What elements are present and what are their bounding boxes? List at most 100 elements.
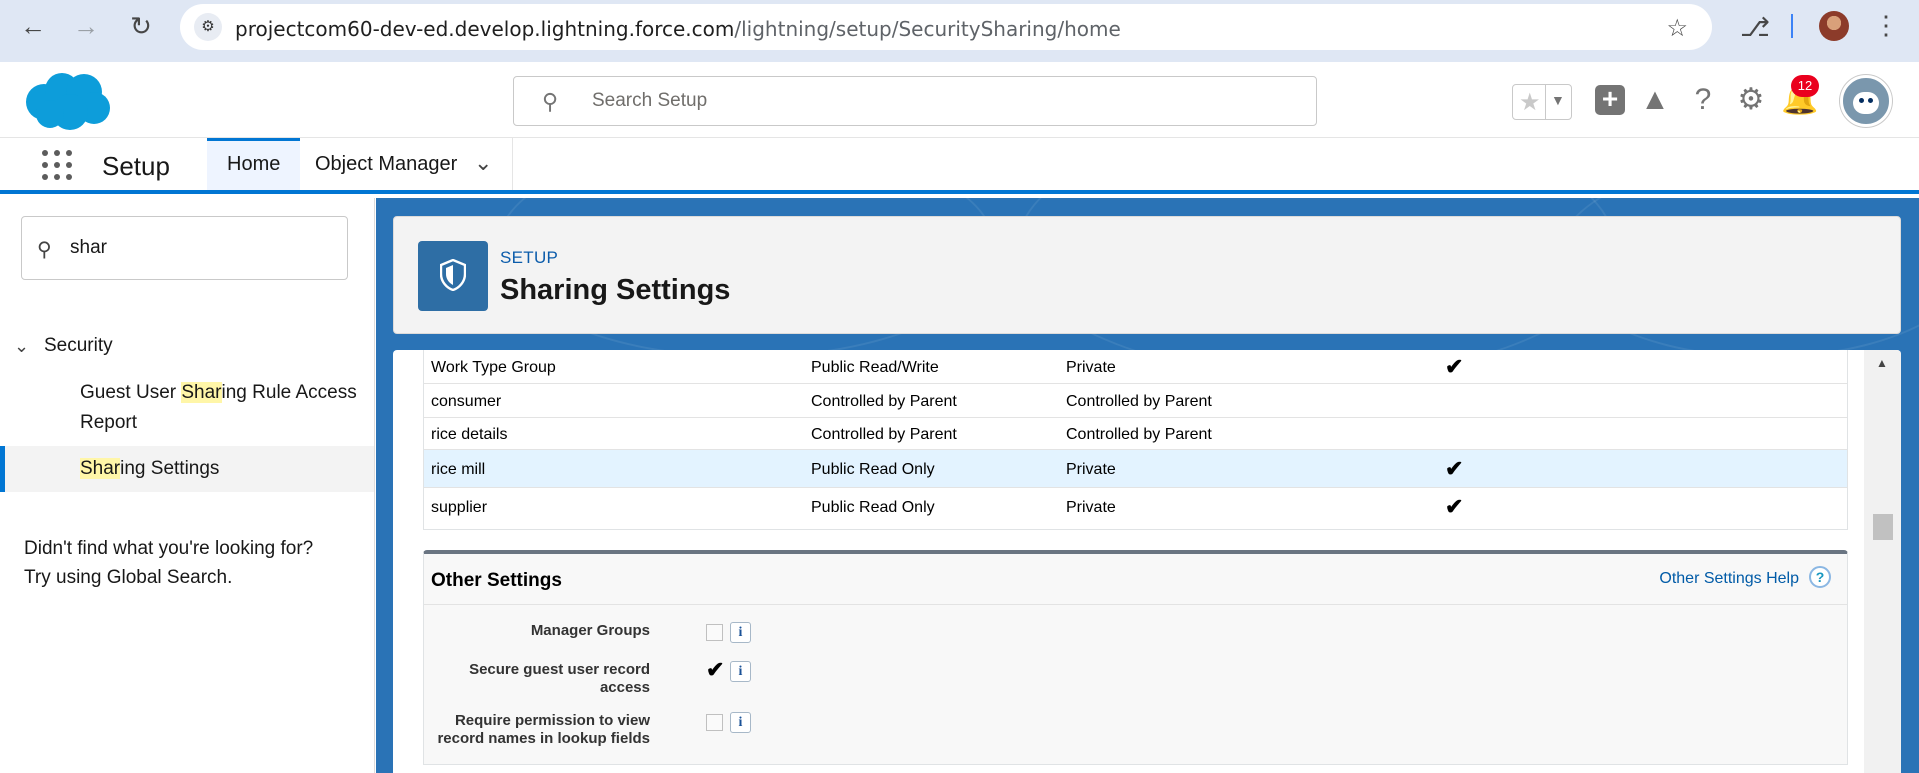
forward-icon[interactable]: → bbox=[73, 13, 99, 39]
chevron-down-icon[interactable]: ⌄ bbox=[14, 331, 29, 361]
favorites-caret-icon[interactable]: ▼ bbox=[1551, 92, 1565, 108]
table-cell-external-access: Private bbox=[1066, 499, 1116, 516]
setting-label: Require permission to view bbox=[454, 712, 650, 729]
org-wide-defaults-table: Work Type Group Public Read/Write Privat… bbox=[423, 350, 1848, 530]
extensions-icon[interactable]: ⎇ bbox=[1740, 12, 1770, 43]
tab-object-manager[interactable]: Object Manager bbox=[295, 138, 477, 190]
tree-section-label: Security bbox=[44, 335, 113, 356]
global-actions-icon[interactable]: + bbox=[1595, 85, 1625, 115]
chevron-down-icon[interactable]: ⌄ bbox=[474, 150, 492, 176]
grant-access-check-icon: ✔ bbox=[1445, 494, 1464, 519]
tree-item-label: ing Settings bbox=[120, 458, 220, 479]
table-cell-external-access: Controlled by Parent bbox=[1066, 426, 1212, 443]
setting-label: Secure guest user record bbox=[469, 661, 650, 678]
tree-item-label: ing Rule Access bbox=[221, 382, 357, 403]
bookmark-star-icon[interactable]: ☆ bbox=[1666, 14, 1688, 43]
grant-access-check-icon: ✔ bbox=[1445, 354, 1464, 379]
table-row: consumer Controlled by Parent Controlled… bbox=[424, 384, 1847, 418]
table-cell-object: supplier bbox=[431, 499, 488, 516]
page-header: SETUP Sharing Settings bbox=[393, 216, 1901, 334]
table-cell-external-access: Private bbox=[1066, 461, 1116, 478]
global-search-input[interactable] bbox=[592, 87, 1292, 115]
other-settings-section: Other Settings Other Settings Help ? Man… bbox=[423, 550, 1848, 765]
site-settings-icon[interactable]: ⚙ bbox=[194, 13, 222, 41]
url-path: /lightning/setup/SecuritySharing/home bbox=[734, 17, 1121, 41]
table-cell-external-access: Controlled by Parent bbox=[1066, 393, 1212, 410]
scroll-up-icon[interactable]: ▲ bbox=[1876, 356, 1888, 370]
table-cell-external-access: Private bbox=[1066, 359, 1116, 376]
vertical-scrollbar[interactable]: ▲ bbox=[1864, 350, 1901, 773]
global-search-box[interactable]: ⚲ bbox=[513, 76, 1317, 126]
page-title: Sharing Settings bbox=[500, 274, 731, 306]
tree-item-label: Report bbox=[80, 412, 138, 433]
table-cell-internal-access: Public Read Only bbox=[811, 499, 935, 516]
table-cell-object: rice mill bbox=[431, 461, 486, 478]
require-permission-lookup-checkbox[interactable] bbox=[706, 714, 723, 731]
tree-section-security[interactable]: ⌄ Security bbox=[0, 331, 374, 361]
favorites-group[interactable]: ★ ▼ bbox=[1512, 84, 1572, 120]
manager-groups-checkbox[interactable] bbox=[706, 624, 723, 641]
search-icon: ⚲ bbox=[37, 239, 52, 261]
trailhead-icon[interactable]: ▲ bbox=[1637, 82, 1673, 118]
user-avatar[interactable] bbox=[1840, 75, 1892, 127]
back-icon[interactable]: ← bbox=[20, 13, 46, 39]
tree-item-sharing-settings[interactable]: Sharing Settings bbox=[0, 446, 374, 492]
secure-guest-user-record-access-checkbox[interactable]: ✔ bbox=[706, 659, 724, 681]
table-row: rice details Controlled by Parent Contro… bbox=[424, 418, 1847, 450]
table-cell-object: rice details bbox=[431, 426, 508, 443]
notification-badge: 12 bbox=[1791, 75, 1819, 97]
sharing-settings-icon bbox=[418, 241, 488, 311]
search-icon: ⚲ bbox=[542, 89, 559, 114]
avatar-face bbox=[1853, 92, 1879, 114]
search-match-highlight: Shar bbox=[80, 458, 121, 479]
grant-access-check-icon: ✔ bbox=[1445, 456, 1464, 481]
scrollbar-thumb[interactable] bbox=[1873, 514, 1893, 540]
global-search-hint: Didn't find what you're looking for? Try… bbox=[24, 534, 313, 592]
tree-item-guest-user-sharing-rule-access-report[interactable]: Guest User Sharing Rule Access Report bbox=[0, 378, 374, 438]
address-bar[interactable]: ⚙ projectcom60-dev-ed.develop.lightning.… bbox=[180, 4, 1712, 50]
browser-menu-icon[interactable]: ⋮ bbox=[1873, 10, 1899, 41]
app-launcher-icon[interactable] bbox=[42, 150, 76, 184]
app-name: Setup bbox=[102, 151, 170, 181]
hint-line: Didn't find what you're looking for? bbox=[24, 538, 314, 559]
setup-content-frame: Work Type Group Public Read/Write Privat… bbox=[393, 350, 1901, 773]
browser-chrome: ← → ↻ ⚙ projectcom60-dev-ed.develop.ligh… bbox=[0, 0, 1919, 62]
other-settings-help-link[interactable]: Other Settings Help bbox=[1659, 570, 1799, 588]
table-cell-internal-access: Controlled by Parent bbox=[811, 393, 957, 410]
setting-label-secure-guest-user-record-access: Secure guest user record access bbox=[393, 661, 650, 697]
setup-tree-sidebar: ⚲ ⌄ Security Guest User Sharing Rule Acc… bbox=[0, 198, 375, 773]
browser-profile-avatar[interactable] bbox=[1819, 11, 1849, 41]
setting-label: Manager Groups bbox=[530, 622, 650, 639]
quick-find-input[interactable] bbox=[70, 235, 330, 261]
info-icon[interactable]: i bbox=[730, 661, 751, 682]
url-text[interactable]: projectcom60-dev-ed.develop.lightning.fo… bbox=[235, 17, 1121, 41]
quick-find-box[interactable]: ⚲ bbox=[21, 216, 348, 280]
other-settings-title: Other Settings bbox=[431, 570, 562, 591]
reload-icon[interactable]: ↻ bbox=[128, 13, 154, 39]
context-bar: Setup Home Object Manager ⌄ bbox=[0, 138, 1919, 194]
avatar-eye bbox=[1859, 98, 1864, 103]
toolbar-divider bbox=[1791, 14, 1793, 38]
table-cell-internal-access: Controlled by Parent bbox=[811, 426, 957, 443]
table-row-highlighted: rice mill Public Read Only Private ✔ bbox=[424, 450, 1847, 488]
info-icon[interactable]: i bbox=[730, 622, 751, 643]
setting-label-manager-groups: Manager Groups bbox=[393, 622, 650, 640]
salesforce-logo-icon[interactable] bbox=[22, 70, 112, 132]
page-eyebrow: SETUP bbox=[500, 248, 559, 267]
setup-gear-icon[interactable]: ⚙ bbox=[1733, 82, 1769, 118]
url-domain: projectcom60-dev-ed.develop.lightning.fo… bbox=[235, 17, 735, 41]
info-icon[interactable]: i bbox=[730, 712, 751, 733]
favorite-star-icon[interactable]: ★ bbox=[1519, 88, 1541, 117]
help-icon[interactable]: ? bbox=[1685, 82, 1721, 118]
table-cell-internal-access: Public Read/Write bbox=[811, 359, 939, 376]
avatar-eye bbox=[1868, 98, 1873, 103]
setting-label: access bbox=[599, 679, 650, 696]
help-icon[interactable]: ? bbox=[1809, 566, 1831, 588]
tree-item-label: Guest User bbox=[80, 382, 182, 403]
tab-divider bbox=[512, 138, 513, 190]
hint-line: Try using Global Search. bbox=[24, 567, 233, 588]
setting-label: record names in lookup fields bbox=[437, 730, 650, 747]
search-match-highlight: Shar bbox=[181, 382, 222, 403]
tab-home[interactable]: Home bbox=[207, 138, 301, 190]
favorites-divider bbox=[1545, 85, 1546, 119]
